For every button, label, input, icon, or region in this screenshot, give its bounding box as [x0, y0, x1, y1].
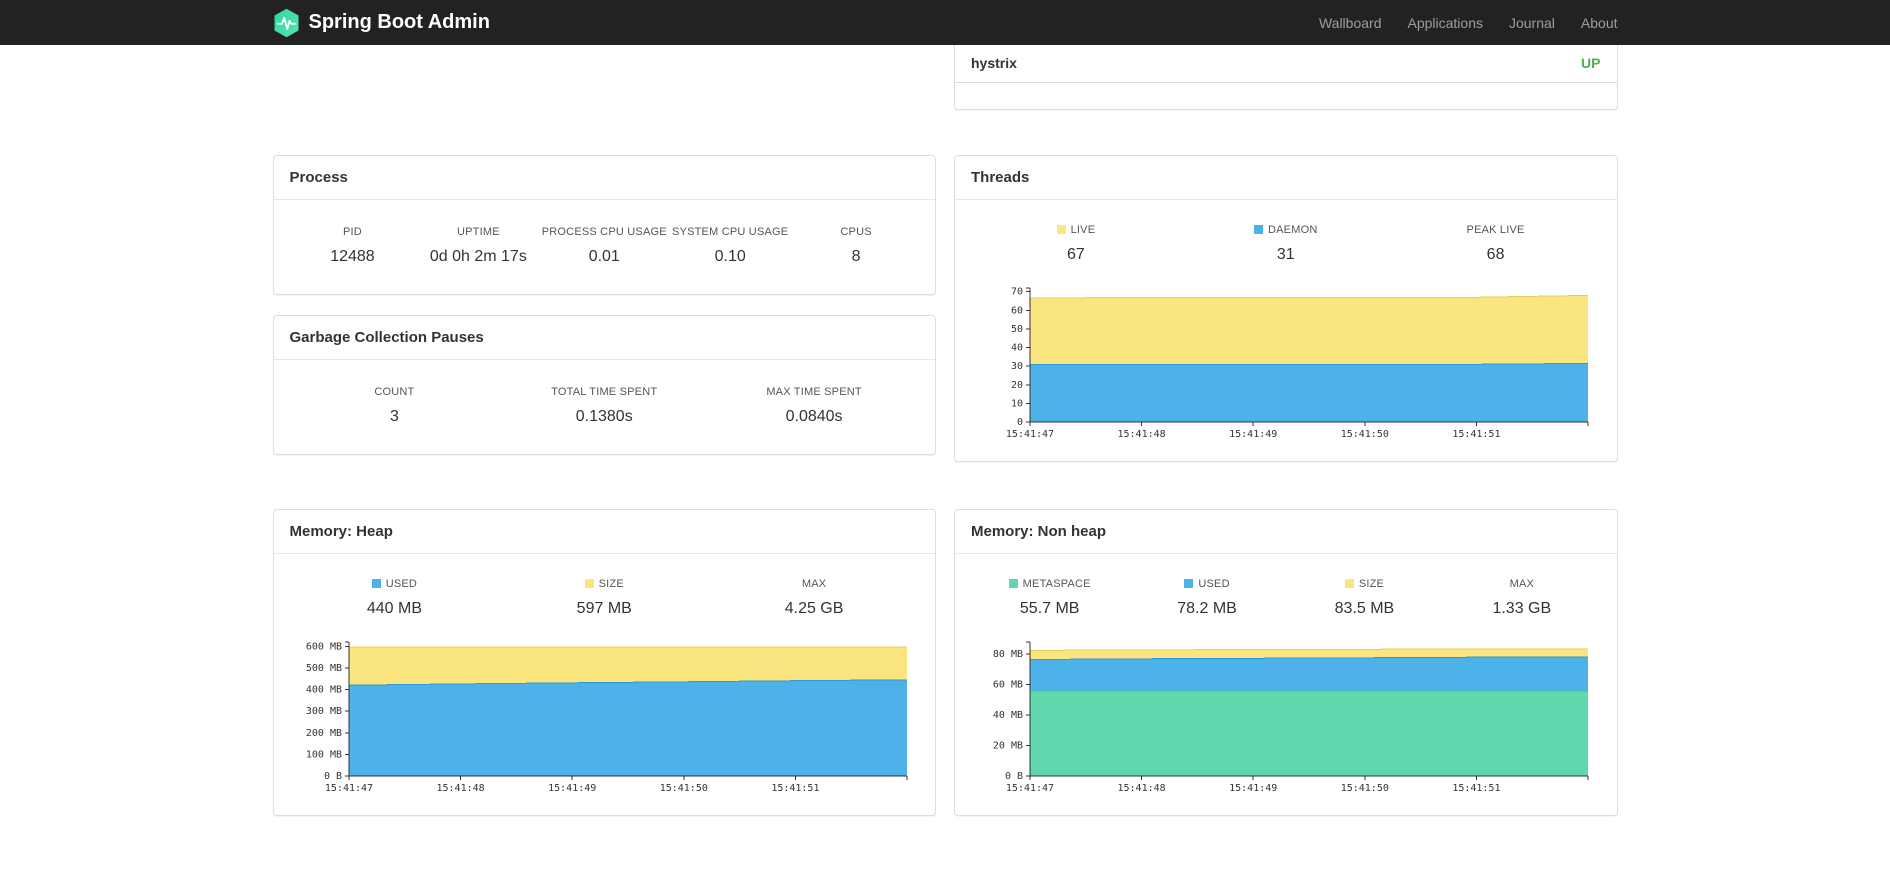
- process-panel: Process PID 12488 UPTIME 0d 0h 2m 17s PR…: [272, 155, 936, 295]
- memory-heap-panel: Memory: Heap USED 440 MB SIZE 597 MB MAX…: [272, 509, 936, 816]
- legend-live: LIVE 67: [971, 224, 1181, 264]
- svg-text:15:41:49: 15:41:49: [548, 783, 596, 794]
- live-swatch-icon: [1056, 225, 1066, 234]
- stat-process-cpu-usage: PROCESS CPU USAGE 0.01: [541, 226, 667, 265]
- nonheap-size-swatch-icon: [1344, 579, 1354, 588]
- legend-heap-used: USED 440 MB: [366, 578, 422, 617]
- svg-text:50: 50: [1011, 324, 1023, 335]
- svg-text:10: 10: [1011, 398, 1023, 409]
- stat-gc-max-time: MAX TIME SPENT 0.0840s: [766, 386, 862, 425]
- svg-text:200 MB: 200 MB: [305, 728, 341, 739]
- nav-link-journal[interactable]: Journal: [1496, 15, 1568, 31]
- svg-text:40 MB: 40 MB: [993, 710, 1023, 721]
- svg-text:15:41:51: 15:41:51: [771, 783, 819, 794]
- heap-size-swatch-icon: [584, 579, 594, 588]
- svg-text:15:41:47: 15:41:47: [1006, 429, 1054, 440]
- svg-text:400 MB: 400 MB: [305, 685, 341, 696]
- svg-text:15:41:51: 15:41:51: [1452, 429, 1500, 440]
- stat-cpus: CPUS 8: [840, 226, 872, 265]
- memory-heap-panel-title: Memory: Heap: [273, 510, 935, 554]
- gc-panel-title: Garbage Collection Pauses: [273, 316, 935, 360]
- top-navbar: Spring Boot Admin Wallboard Applications…: [0, 0, 1890, 45]
- svg-text:20: 20: [1011, 380, 1023, 391]
- svg-text:0: 0: [1017, 417, 1023, 428]
- daemon-swatch-icon: [1254, 225, 1263, 234]
- svg-text:80 MB: 80 MB: [993, 649, 1023, 660]
- brand-title: Spring Boot Admin: [308, 11, 490, 33]
- process-stats: PID 12488 UPTIME 0d 0h 2m 17s PROCESS CP…: [274, 200, 936, 294]
- svg-text:500 MB: 500 MB: [305, 663, 341, 674]
- svg-text:60 MB: 60 MB: [993, 680, 1023, 691]
- svg-text:15:41:48: 15:41:48: [1118, 429, 1166, 440]
- memory-nonheap-legend: METASPACE 55.7 MB USED 78.2 MB SIZE 83.5…: [955, 554, 1617, 632]
- svg-text:15:41:49: 15:41:49: [1229, 429, 1277, 440]
- stat-pid: PID 12488: [330, 226, 375, 265]
- brand-link[interactable]: Spring Boot Admin: [273, 8, 490, 38]
- panel-spacer: [955, 83, 1617, 109]
- navbar-links: Wallboard Applications Journal About: [1306, 15, 1618, 31]
- threads-chart: 0 10 20 30 40 50 60 70 15:41:47 15:41:48 15:41:49 1…: [975, 280, 1617, 447]
- legend-nonheap-size: SIZE 83.5 MB: [1334, 578, 1395, 617]
- svg-text:0 B: 0 B: [1005, 771, 1023, 782]
- nav-link-about[interactable]: About: [1568, 15, 1618, 31]
- svg-text:300 MB: 300 MB: [305, 706, 341, 717]
- svg-text:20 MB: 20 MB: [993, 741, 1023, 752]
- legend-metaspace: METASPACE 55.7 MB: [971, 578, 1128, 618]
- legend-daemon: DAEMON 31: [1181, 224, 1391, 264]
- service-status-badge: UP: [1581, 55, 1601, 71]
- gc-panel: Garbage Collection Pauses COUNT 3 TOTAL …: [272, 315, 936, 455]
- nav-link-wallboard[interactable]: Wallboard: [1306, 15, 1395, 31]
- threads-panel-title: Threads: [955, 156, 1617, 200]
- svg-text:40: 40: [1011, 343, 1023, 354]
- spring-boot-admin-logo-icon: [273, 8, 300, 38]
- memory-nonheap-panel-title: Memory: Non heap: [955, 510, 1617, 554]
- svg-text:0 B: 0 B: [323, 771, 341, 782]
- service-name: hystrix: [971, 55, 1017, 71]
- svg-text:600 MB: 600 MB: [305, 641, 341, 652]
- memory-heap-legend: USED 440 MB SIZE 597 MB MAX 4.25 GB: [274, 554, 936, 632]
- svg-text:15:41:47: 15:41:47: [1006, 783, 1054, 794]
- svg-text:15:41:51: 15:41:51: [1452, 783, 1500, 794]
- threads-panel: Threads LIVE 67 DAEMON 31 PEAK LIVE 68 0…: [954, 155, 1618, 462]
- svg-text:60: 60: [1011, 305, 1023, 316]
- svg-text:15:41:48: 15:41:48: [1118, 783, 1166, 794]
- legend-heap-size: SIZE 597 MB: [576, 578, 632, 617]
- legend-peak-live: PEAK LIVE 68: [1466, 224, 1525, 263]
- stat-gc-count: COUNT 3: [374, 386, 415, 425]
- svg-text:70: 70: [1011, 287, 1023, 298]
- service-row-hystrix: hystrix UP: [955, 45, 1617, 83]
- gc-stats: COUNT 3 TOTAL TIME SPENT 0.1380s MAX TIM…: [274, 360, 936, 454]
- legend-nonheap-max: MAX 1.33 GB: [1492, 578, 1552, 617]
- svg-text:15:41:50: 15:41:50: [659, 783, 707, 794]
- svg-text:15:41:47: 15:41:47: [324, 783, 372, 794]
- legend-nonheap-used: USED 78.2 MB: [1177, 578, 1237, 617]
- svg-text:15:41:50: 15:41:50: [1341, 429, 1389, 440]
- svg-text:100 MB: 100 MB: [305, 749, 341, 760]
- stat-gc-total-time: TOTAL TIME SPENT 0.1380s: [551, 386, 658, 425]
- svg-text:30: 30: [1011, 361, 1023, 372]
- stat-system-cpu-usage: SYSTEM CPU USAGE 0.10: [672, 226, 789, 265]
- stat-uptime: UPTIME 0d 0h 2m 17s: [429, 226, 527, 265]
- metaspace-swatch-icon: [1008, 579, 1018, 588]
- memory-nonheap-chart: 0 B 20 MB 40 MB 60 MB 80 MB 15:41:47 15:41:48 1…: [975, 634, 1617, 801]
- top-left-empty: [273, 45, 937, 110]
- threads-legend: LIVE 67 DAEMON 31 PEAK LIVE 68: [955, 200, 1617, 278]
- svg-text:15:41:48: 15:41:48: [436, 783, 484, 794]
- svg-text:15:41:49: 15:41:49: [1229, 783, 1277, 794]
- memory-heap-chart: 0 B 100 MB 200 MB 300 MB 400 MB 500 MB 600 MB 1…: [294, 634, 936, 801]
- svg-text:15:41:50: 15:41:50: [1341, 783, 1389, 794]
- nav-link-applications[interactable]: Applications: [1394, 15, 1496, 31]
- services-status-panel: hystrix UP: [954, 45, 1618, 110]
- heap-used-swatch-icon: [371, 579, 381, 588]
- process-panel-title: Process: [273, 156, 935, 200]
- legend-heap-max: MAX 4.25 GB: [784, 578, 844, 617]
- nonheap-used-swatch-icon: [1184, 579, 1194, 588]
- memory-nonheap-panel: Memory: Non heap METASPACE 55.7 MB USED …: [954, 509, 1618, 816]
